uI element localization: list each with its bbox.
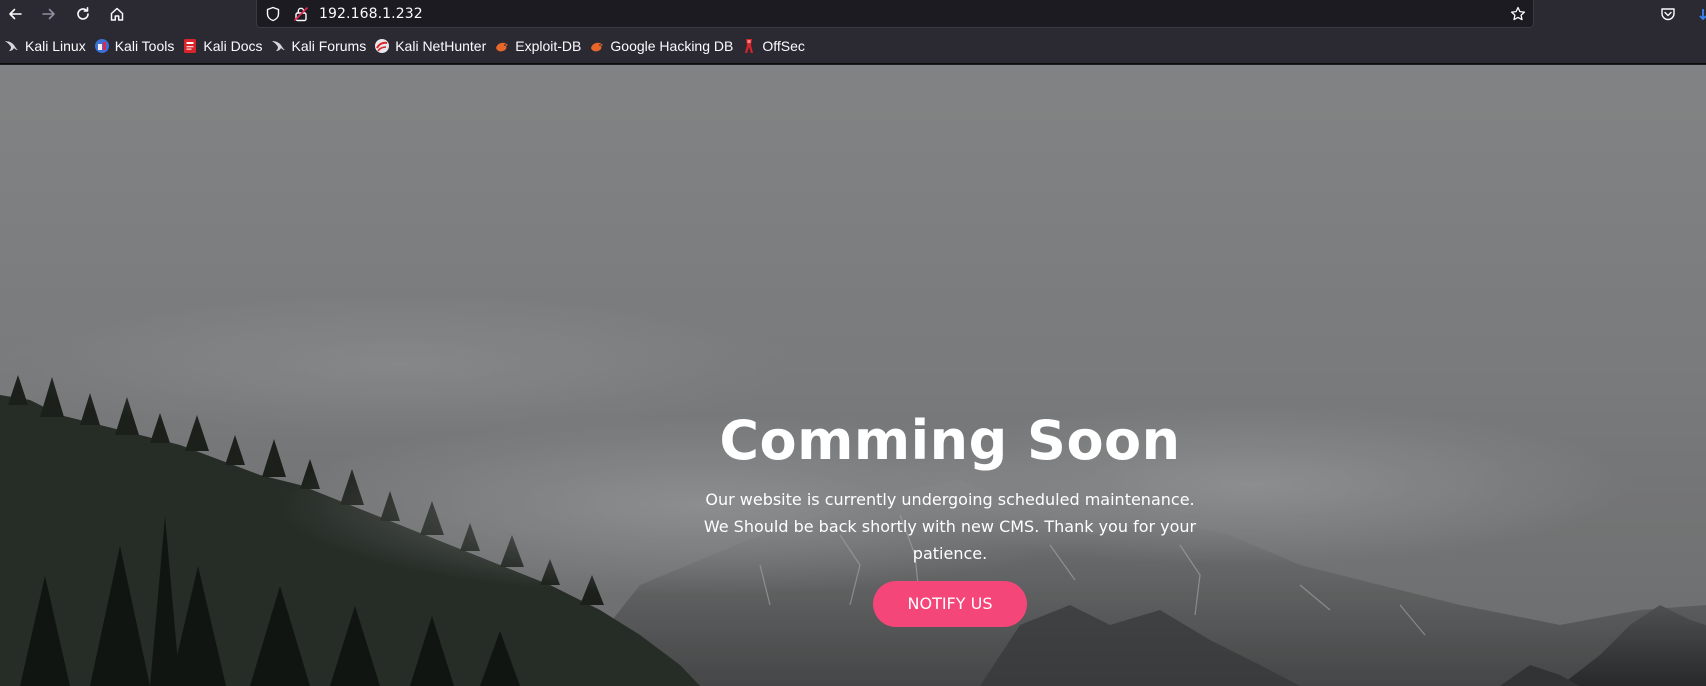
kali-docs-icon (182, 38, 198, 54)
back-button[interactable] (2, 1, 28, 27)
bookmark-label: Kali NetHunter (395, 37, 487, 54)
star-icon[interactable] (1509, 5, 1527, 23)
page-title: Comming Soon (719, 409, 1181, 472)
insecure-lock-icon[interactable] (293, 6, 309, 22)
bookmark-label: Kali Forums (291, 37, 367, 54)
browser-toolbar: 192.168.1.232 (0, 0, 1706, 28)
bookmark-kali-docs[interactable]: Kali Docs (180, 33, 268, 59)
bookmark-label: Kali Tools (114, 37, 175, 54)
kali-tools-icon (94, 38, 110, 54)
maintenance-message: Our website is currently undergoing sche… (703, 490, 1197, 563)
extension-icon[interactable] (1698, 6, 1706, 22)
exploit-db-icon (494, 38, 510, 54)
forward-arrow-icon (42, 8, 55, 20)
bookmark-label: Kali Docs (203, 37, 263, 54)
offsec-icon (741, 38, 757, 54)
nethunter-icon (374, 38, 390, 54)
bookmark-kali-forums[interactable]: Kali Forums (269, 33, 373, 59)
kali-dragon-icon (271, 38, 287, 54)
page-viewport: Comming Soon Our website is currently un… (0, 65, 1706, 686)
bookmark-label: OffSec (762, 37, 805, 54)
home-button[interactable] (104, 1, 130, 27)
coming-soon-hero: Comming Soon Our website is currently un… (680, 410, 1220, 627)
bookmark-label: Exploit-DB (515, 37, 582, 54)
bookmark-exploit-db[interactable]: Exploit-DB (492, 33, 587, 59)
shield-icon[interactable] (265, 6, 281, 22)
pocket-icon[interactable] (1658, 4, 1678, 24)
bookmark-offsec[interactable]: OffSec (739, 33, 811, 59)
forward-button[interactable] (36, 1, 62, 27)
notify-us-button[interactable]: NOTIFY US (873, 581, 1027, 627)
kali-dragon-icon (4, 38, 20, 54)
bookmark-kali-tools[interactable]: Kali Tools (92, 33, 181, 59)
reload-button[interactable] (70, 1, 96, 27)
url-bar[interactable]: 192.168.1.232 (256, 0, 1534, 28)
bookmark-label: Kali Linux (25, 37, 86, 54)
bookmark-label: Google Hacking DB (610, 37, 734, 54)
bookmark-kali-linux[interactable]: Kali Linux (2, 33, 92, 59)
url-text[interactable]: 192.168.1.232 (319, 6, 423, 22)
bookmark-google-hacking-db[interactable]: Google Hacking DB (587, 33, 739, 59)
home-icon (110, 7, 124, 21)
back-arrow-icon (9, 8, 22, 20)
bookmark-kali-nethunter[interactable]: Kali NetHunter (372, 33, 492, 59)
exploit-db-icon (589, 38, 605, 54)
bookmarks-bar: Kali Linux Kali Tools Kali Docs Kali For… (0, 28, 1706, 64)
reload-icon (77, 7, 89, 20)
